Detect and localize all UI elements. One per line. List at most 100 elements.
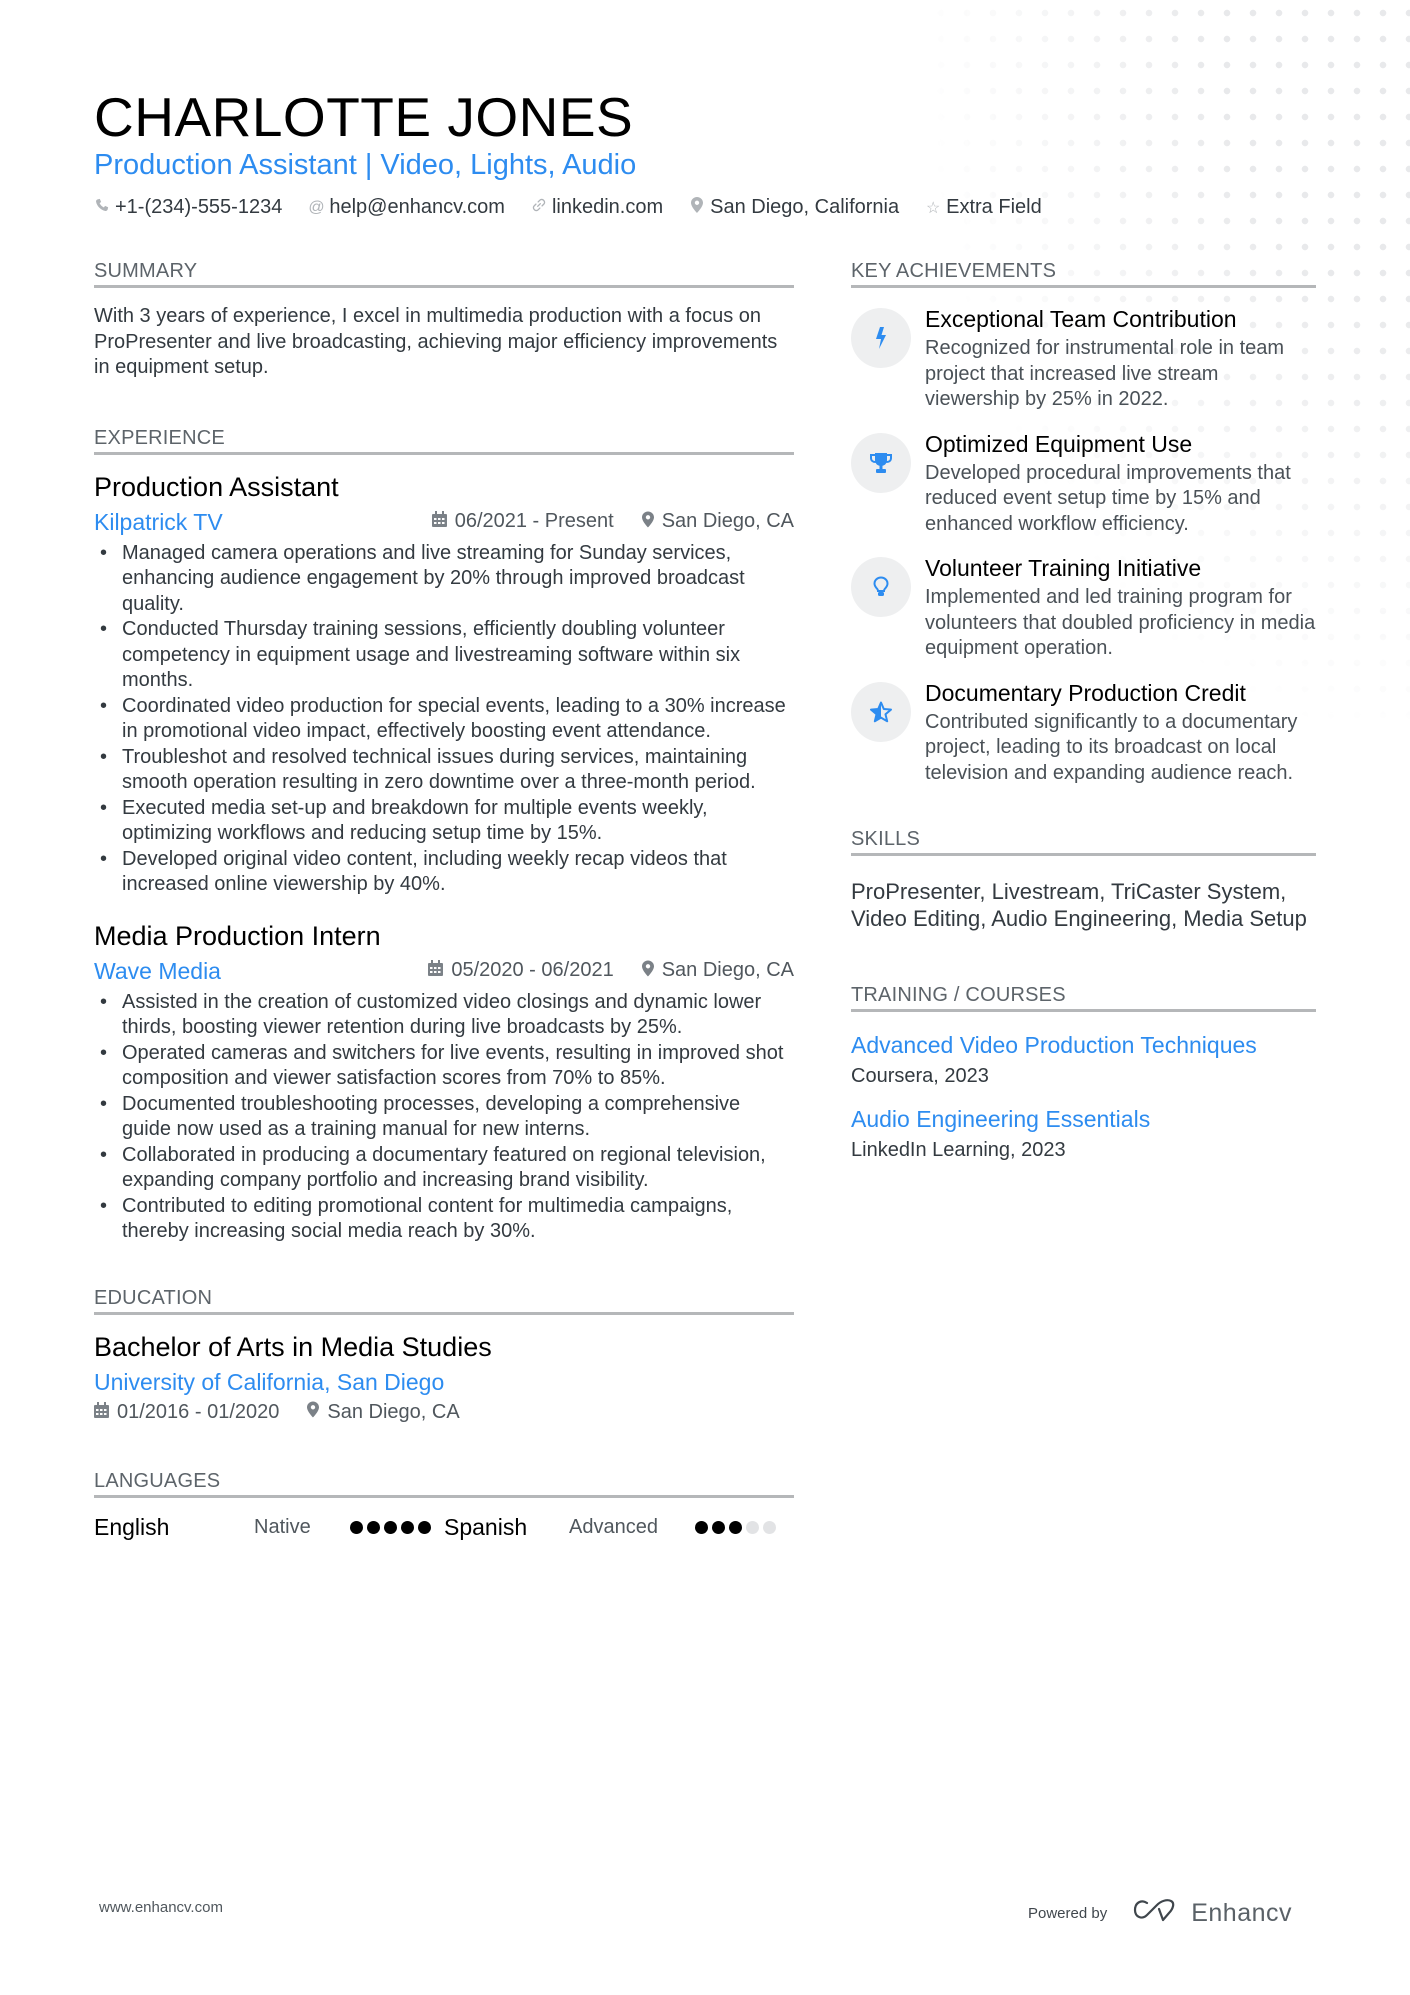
contact-phone[interactable]: +1-(234)-555-1234 bbox=[94, 196, 282, 219]
summary-section: SUMMARY With 3 years of experience, I ex… bbox=[94, 258, 794, 381]
brand-name: Enhancv bbox=[1191, 1899, 1293, 1927]
job-location: San Diego, CA bbox=[641, 959, 794, 982]
job-bullet: Developed original video content, includ… bbox=[94, 847, 794, 898]
training-section: TRAINING / COURSES Advanced Video Produc… bbox=[851, 982, 1316, 1164]
rating-dot-filled bbox=[418, 1520, 431, 1534]
languages-section: LANGUAGES English Native Spanish Advance… bbox=[94, 1468, 794, 1541]
rating-dot-filled bbox=[712, 1520, 725, 1534]
achievement-item: Documentary Production Credit Contribute… bbox=[851, 678, 1316, 787]
rating-dot-filled bbox=[367, 1520, 380, 1534]
achievement-title: Exceptional Team Contribution bbox=[925, 306, 1237, 332]
job-title: Production Assistant bbox=[94, 471, 339, 502]
course-title: Audio Engineering Essentials bbox=[851, 1106, 1151, 1132]
achievement-body: Optimized Equipment Use Developed proced… bbox=[925, 429, 1316, 538]
contact-extra-text: Extra Field bbox=[946, 196, 1042, 218]
candidate-name: CHARLOTTE JONES bbox=[94, 86, 634, 148]
footer-branding: Powered by Enhancv bbox=[1028, 1897, 1292, 1930]
star-half-icon bbox=[851, 681, 911, 742]
summary-text: With 3 years of experience, I excel in m… bbox=[94, 305, 778, 378]
languages-heading: LANGUAGES bbox=[94, 1468, 794, 1498]
language-rating bbox=[350, 1520, 431, 1534]
at-icon: @ bbox=[308, 198, 325, 216]
job-bullet: Executed media set-up and breakdown for … bbox=[94, 796, 794, 847]
contact-phone-text: +1-(234)-555-1234 bbox=[115, 196, 283, 218]
phone-icon bbox=[94, 198, 110, 217]
job-bullets: Assisted in the creation of customized v… bbox=[94, 990, 794, 1245]
contact-linkedin[interactable]: linkedin.com bbox=[531, 196, 663, 219]
location-icon bbox=[689, 197, 705, 218]
achievement-title: Documentary Production Credit bbox=[925, 679, 1246, 706]
job-bullet: Coordinated video production for special… bbox=[94, 694, 794, 745]
candidate-title: Production Assistant | Video, Lights, Au… bbox=[94, 149, 637, 181]
contact-location: San Diego, California bbox=[689, 196, 899, 219]
achievement-body: Exceptional Team Contribution Recognized… bbox=[925, 304, 1316, 413]
job-bullets: Managed camera operations and live strea… bbox=[94, 541, 794, 898]
experience-section: EXPERIENCE Production Assistant Kilpatri… bbox=[94, 425, 794, 1245]
footer-website[interactable]: www.enhancv.com bbox=[99, 1899, 223, 1916]
rating-dot-filled bbox=[729, 1520, 742, 1534]
job-entry: Production Assistant Kilpatrick TV 06/20… bbox=[94, 469, 794, 898]
summary-heading: SUMMARY bbox=[94, 258, 794, 288]
education-school: University of California, San Diego bbox=[94, 1368, 445, 1395]
calendar-icon bbox=[94, 1401, 109, 1423]
bolt-icon bbox=[851, 308, 911, 368]
course-title: Advanced Video Production Techniques bbox=[851, 1032, 1257, 1058]
education-meta: 01/2016 - 01/2020 San Diego, CA bbox=[94, 1401, 794, 1424]
contact-email-text: help@enhancv.com bbox=[329, 196, 505, 218]
language-name: English bbox=[94, 1513, 170, 1540]
experience-heading: EXPERIENCE bbox=[94, 425, 794, 455]
achievements-heading: KEY ACHIEVEMENTS bbox=[851, 258, 1316, 288]
education-section: EDUCATION Bachelor of Arts in Media Stud… bbox=[94, 1285, 794, 1424]
job-dates-text: 05/2020 - 06/2021 bbox=[451, 959, 614, 981]
brand-logo[interactable]: Enhancv bbox=[1133, 1897, 1292, 1930]
right-column: KEY ACHIEVEMENTS Exceptional Team Contri… bbox=[851, 258, 1316, 1208]
education-degree: Bachelor of Arts in Media Studies bbox=[94, 1331, 492, 1362]
location-icon bbox=[641, 511, 654, 533]
star-icon: ☆ bbox=[925, 199, 941, 217]
language-rating bbox=[695, 1520, 776, 1534]
job-meta: Kilpatrick TV 06/2021 - Present San Dieg… bbox=[94, 507, 794, 537]
education-heading: EDUCATION bbox=[94, 1285, 794, 1315]
achievement-title: Optimized Equipment Use bbox=[925, 430, 1193, 457]
rating-dot-filled bbox=[384, 1520, 397, 1534]
resume-header: CHARLOTTE JONES Production Assistant | V… bbox=[94, 86, 1042, 219]
job-location-text: San Diego, CA bbox=[661, 959, 794, 981]
job-dates-text: 06/2021 - Present bbox=[454, 510, 614, 532]
achievement-body: Documentary Production Credit Contribute… bbox=[925, 678, 1316, 787]
achievement-item: Exceptional Team Contribution Recognized… bbox=[851, 304, 1316, 413]
achievement-title: Volunteer Training Initiative bbox=[925, 555, 1202, 581]
resume-page: CHARLOTTE JONES Production Assistant | V… bbox=[0, 0, 1410, 1995]
job-bullet: Documented troubleshooting processes, de… bbox=[94, 1092, 794, 1143]
company-name: Kilpatrick TV bbox=[94, 508, 223, 535]
job-bullet: Managed camera operations and live strea… bbox=[94, 541, 794, 618]
calendar-icon bbox=[431, 511, 447, 532]
enhancv-logo-icon bbox=[1133, 1897, 1179, 1930]
achievement-body: Volunteer Training Initiative Implemente… bbox=[925, 553, 1316, 662]
company-name: Wave Media bbox=[94, 957, 221, 984]
job-entry: Media Production Intern Wave Media 05/20… bbox=[94, 918, 794, 1245]
rating-dot-empty bbox=[746, 1520, 759, 1534]
link-icon bbox=[531, 198, 547, 217]
education-dates-text: 01/2016 - 01/2020 bbox=[117, 1400, 280, 1423]
course-provider: LinkedIn Learning, 2023 bbox=[851, 1139, 1066, 1161]
job-meta: Wave Media 05/2020 - 06/2021 San Diego, … bbox=[94, 956, 794, 986]
job-bullet: Operated cameras and switchers for live … bbox=[94, 1041, 794, 1092]
job-dates: 05/2020 - 06/2021 bbox=[428, 959, 614, 982]
achievement-description: Developed procedural improvements that r… bbox=[925, 461, 1291, 535]
rating-dot-filled bbox=[401, 1520, 414, 1534]
contact-extra: ☆ Extra Field bbox=[925, 196, 1042, 219]
achievement-description: Contributed significantly to a documenta… bbox=[925, 710, 1298, 784]
job-meta-details: 05/2020 - 06/2021 San Diego, CA bbox=[428, 959, 794, 982]
language-item: Spanish Advanced bbox=[444, 1514, 794, 1541]
job-bullet: Collaborated in producing a documentary … bbox=[94, 1143, 794, 1194]
rating-dot-empty bbox=[763, 1520, 776, 1534]
achievement-description: Recognized for instrumental role in team… bbox=[925, 337, 1285, 410]
trophy-icon bbox=[851, 432, 911, 493]
language-level: Advanced bbox=[569, 1515, 658, 1538]
contact-email[interactable]: @ help@enhancv.com bbox=[308, 196, 505, 219]
language-name: Spanish bbox=[444, 1513, 528, 1540]
contact-location-text: San Diego, California bbox=[710, 196, 900, 218]
education-location: San Diego, CA bbox=[307, 1401, 460, 1424]
skills-heading: SKILLS bbox=[851, 826, 1316, 856]
contact-linkedin-text: linkedin.com bbox=[551, 196, 664, 218]
